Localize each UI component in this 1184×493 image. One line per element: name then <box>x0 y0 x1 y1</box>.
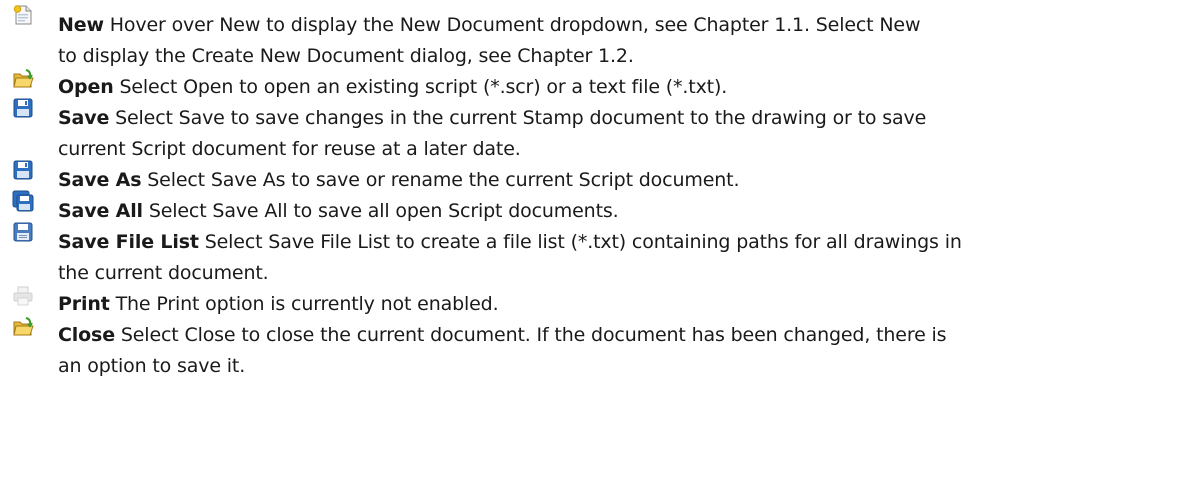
save-all-icon <box>12 190 34 212</box>
item-description: Select Save As to save or rename the cur… <box>147 169 740 191</box>
print-icon <box>12 285 34 307</box>
item-label: Save File List <box>58 231 199 253</box>
item-description: Select Save File List to create a file l… <box>204 231 962 253</box>
item-label: Print <box>58 293 110 315</box>
save-icon <box>12 97 34 119</box>
item-description: Select Save All to save all open Script … <box>148 200 619 222</box>
item-label: Save <box>58 107 110 129</box>
new-document-icon <box>12 4 34 26</box>
item-label: Save All <box>58 200 143 222</box>
save-as-icon <box>12 159 34 181</box>
item-description: Select Open to open an existing script (… <box>119 76 728 98</box>
save-file-list-icon <box>12 221 34 243</box>
item-description: Hover over New to display the New Docume… <box>109 14 921 36</box>
item-label: Save As <box>58 169 142 191</box>
item-description: Select Save to save changes in the curre… <box>115 107 927 129</box>
item-description-continued: current Script document for reuse at a l… <box>58 138 521 160</box>
item-description-continued: the current document. <box>58 262 269 284</box>
item-label: Close <box>58 324 115 346</box>
item-label: Open <box>58 76 114 98</box>
open-folder-icon <box>12 68 34 90</box>
item-label: New <box>58 14 104 36</box>
item-description: The Print option is currently not enable… <box>115 293 499 315</box>
item-description-continued: to display the Create New Document dialo… <box>58 45 634 67</box>
close-folder-icon <box>12 316 34 338</box>
item-description: Select Close to close the current docume… <box>120 324 947 346</box>
item-description-continued: an option to save it. <box>58 355 246 377</box>
